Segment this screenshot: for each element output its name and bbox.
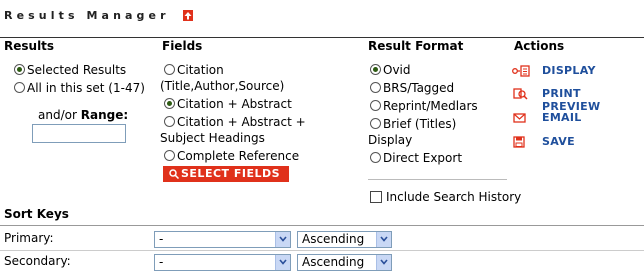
email-icon (513, 113, 526, 123)
radio-all-results[interactable] (14, 82, 25, 93)
page-title: Results Manager (4, 9, 170, 22)
primary-sort-order-select[interactable]: Ascending (297, 231, 392, 248)
chevron-down-icon[interactable] (275, 232, 290, 247)
format-divider (368, 179, 507, 180)
direct-export-label: Direct Export (383, 151, 463, 165)
header-divider (0, 37, 644, 38)
range-label: and/or Range: (38, 108, 128, 122)
fields-complete-reference-option[interactable]: Complete Reference (164, 149, 299, 163)
ovid-label: Ovid (383, 63, 411, 77)
format-reprint-option[interactable]: Reprint/Medlars (370, 99, 478, 113)
fields-citation-abstract-option[interactable]: Citation + Abstract (164, 97, 292, 111)
secondary-sort-key-value: - (159, 255, 164, 269)
secondary-sort-order-select[interactable]: Ascending (297, 254, 392, 271)
print-preview-icon (513, 88, 528, 100)
brief-display-sublabel: Display (368, 133, 413, 147)
fields-citation-option[interactable]: Citation (164, 63, 224, 77)
chevron-down-icon[interactable] (376, 232, 391, 247)
radio-direct-export[interactable] (370, 152, 381, 163)
select-fields-label: SELECT FIELDS (181, 167, 281, 180)
sort-row-divider (0, 250, 644, 251)
result-format-header: Result Format (368, 39, 464, 53)
primary-sort-order-value: Ascending (302, 232, 365, 246)
display-icon (512, 65, 530, 77)
save-icon (513, 136, 525, 148)
citation-label: Citation (177, 63, 224, 77)
include-history-label: Include Search History (386, 190, 522, 204)
secondary-sort-key-select[interactable]: - (154, 254, 291, 271)
radio-citation-abstract[interactable] (164, 98, 175, 109)
subject-headings-sublabel: Subject Headings (160, 131, 265, 145)
radio-ovid[interactable] (370, 64, 381, 75)
radio-brief-titles[interactable] (370, 118, 381, 129)
citation-abstract-subject-label: Citation + Abstract + (177, 115, 306, 129)
sort-keys-title: Sort Keys (4, 207, 69, 221)
range-label-text: Range: (80, 108, 129, 122)
display-label: DISPLAY (542, 64, 596, 77)
sort-primary-label: Primary: (4, 231, 54, 245)
primary-sort-key-select[interactable]: - (154, 231, 291, 248)
citation-abstract-label: Citation + Abstract (177, 97, 292, 111)
results-all-label: All in this set (1-47) (27, 81, 145, 95)
chevron-down-icon[interactable] (376, 255, 391, 270)
brs-label: BRS/Tagged (383, 81, 455, 95)
format-direct-export-option[interactable]: Direct Export (370, 151, 462, 165)
chevron-down-icon[interactable] (275, 255, 290, 270)
format-brs-option[interactable]: BRS/Tagged (370, 81, 454, 95)
reprint-label: Reprint/Medlars (383, 99, 478, 113)
citation-sublabel: (Title,Author,Source) (160, 79, 285, 93)
save-label: SAVE (542, 135, 575, 148)
radio-selected-results[interactable] (14, 64, 25, 75)
actions-header: Actions (514, 39, 565, 53)
fields-citation-abstract-subject-option[interactable]: Citation + Abstract + (164, 115, 306, 129)
secondary-sort-order-value: Ascending (302, 255, 365, 269)
sort-secondary-label: Secondary: (4, 254, 71, 268)
range-input[interactable] (32, 124, 126, 143)
radio-brs-tagged[interactable] (370, 82, 381, 93)
results-selected-option[interactable]: Selected Results (14, 63, 126, 77)
radio-citation[interactable] (164, 64, 175, 75)
brief-label: Brief (Titles) (383, 117, 457, 131)
format-brief-option[interactable]: Brief (Titles) (370, 117, 456, 131)
range-prefix: and/or (38, 108, 77, 122)
include-history-checkbox[interactable] (370, 191, 382, 203)
radio-citation-abstract-subject[interactable] (164, 116, 175, 127)
primary-sort-key-value: - (159, 232, 164, 246)
results-all-option[interactable]: All in this set (1-47) (14, 81, 145, 95)
fields-header: Fields (162, 39, 203, 53)
format-ovid-option[interactable]: Ovid (370, 63, 411, 77)
select-fields-button[interactable]: SELECT FIELDS (163, 166, 289, 182)
sort-arrow-icon[interactable] (183, 10, 193, 21)
radio-reprint-medlars[interactable] (370, 100, 381, 111)
print-preview-label: PRINT PREVIEW (542, 87, 601, 113)
results-header: Results (4, 39, 55, 53)
email-label: EMAIL (542, 111, 582, 124)
sort-divider-top (0, 225, 644, 226)
search-icon (169, 169, 179, 179)
results-selected-label: Selected Results (27, 63, 127, 77)
complete-reference-label: Complete Reference (177, 149, 300, 163)
radio-complete-reference[interactable] (164, 150, 175, 161)
